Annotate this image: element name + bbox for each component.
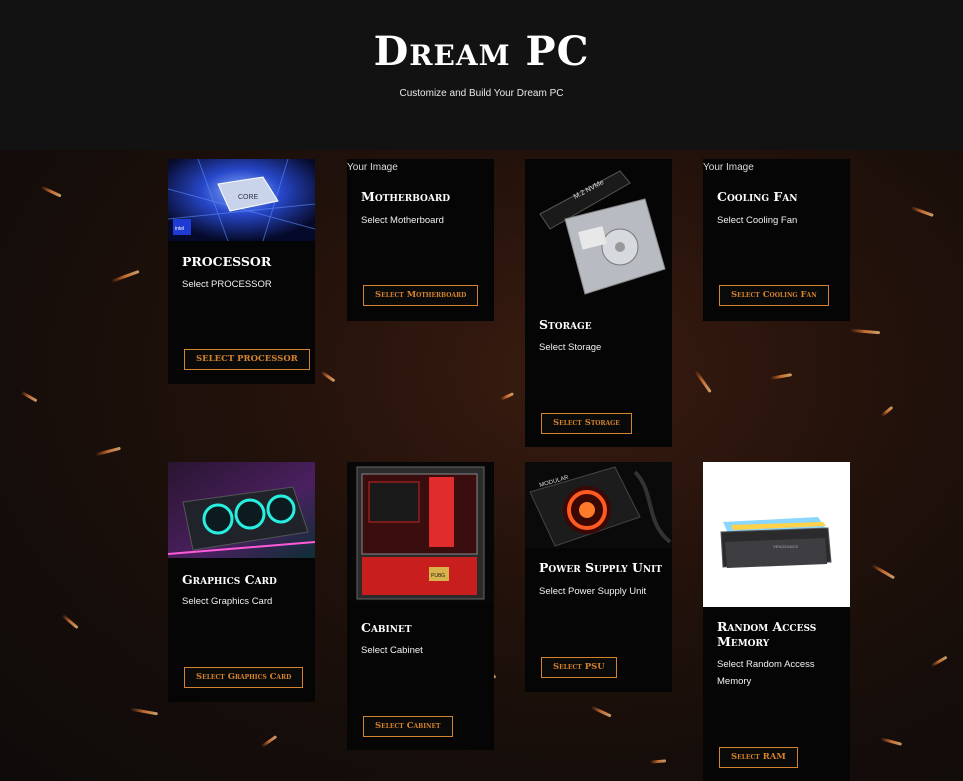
- card-description: Select Cooling Fan: [717, 215, 798, 226]
- card-title: Cooling Fan: [717, 189, 798, 204]
- card-processor: CORE intel PROCESSOR Select PROCESSOR SE…: [168, 159, 315, 384]
- select-motherboard-button[interactable]: Select Motherboard: [363, 285, 479, 306]
- pc-cabinet-image: PUBG: [347, 462, 494, 602]
- card-title: Random Access Memory: [717, 619, 817, 649]
- card-description: Select Random Access Memory: [717, 659, 815, 687]
- card-graphics-card: Graphics Card Select Graphics Card Selec…: [168, 462, 315, 702]
- card-motherboard: Your Image Motherboard Select Motherboar…: [347, 159, 494, 321]
- card-description: Select Graphics Card: [182, 596, 273, 607]
- card-title: Motherboard: [361, 189, 451, 204]
- card-cabinet: PUBG Cabinet Select Cabinet Select Cabin…: [347, 462, 494, 750]
- image-alt-text: Your Image: [703, 162, 754, 173]
- page-title: Dream PC: [373, 28, 590, 75]
- card-description: Select Power Supply Unit: [539, 586, 647, 597]
- card-title: Storage: [539, 317, 592, 332]
- svg-text:intel: intel: [175, 226, 184, 232]
- select-processor-button[interactable]: SELECT PROCESSOR: [184, 349, 310, 370]
- storage-drives-image: M.2 NVMe: [525, 159, 672, 309]
- select-graphics-card-button[interactable]: Select Graphics Card: [184, 667, 304, 688]
- psu-image: MODULAR: [525, 462, 672, 548]
- select-cooling-fan-button[interactable]: Select Cooling Fan: [719, 285, 829, 306]
- card-description: Select Cabinet: [361, 645, 423, 656]
- card-random-access-memory: VENGEANCE Random Access Memory Select Ra…: [703, 462, 850, 781]
- select-storage-button[interactable]: Select Storage: [541, 413, 632, 434]
- cpu-chip-image: CORE intel: [168, 159, 315, 241]
- svg-text:VENGEANCE: VENGEANCE: [773, 544, 798, 549]
- select-psu-button[interactable]: Select PSU: [541, 657, 617, 678]
- ram-sticks-image: VENGEANCE: [703, 462, 850, 607]
- card-storage: M.2 NVMe Storage Select Storage Select S…: [525, 159, 672, 447]
- card-title: Graphics Card: [182, 572, 277, 587]
- select-cabinet-button[interactable]: Select Cabinet: [363, 716, 453, 737]
- card-cooling-fan: Your Image Cooling Fan Select Cooling Fa…: [703, 159, 850, 321]
- card-power-supply-unit: MODULAR Power Supply Unit Select Power S…: [525, 462, 672, 692]
- page-subtitle: Customize and Build Your Dream PC: [399, 88, 564, 99]
- site-header: Dream PC Customize and Build Your Dream …: [0, 0, 963, 150]
- graphics-card-image: [168, 462, 315, 558]
- card-description: Select PROCESSOR: [182, 279, 272, 290]
- card-title: Cabinet: [361, 620, 412, 635]
- card-title: Power Supply Unit: [539, 560, 663, 575]
- card-description: Select Storage: [539, 342, 602, 353]
- svg-text:PUBG: PUBG: [431, 573, 445, 579]
- image-alt-text: Your Image: [347, 162, 398, 173]
- svg-text:CORE: CORE: [238, 194, 259, 201]
- card-description: Select Motherboard: [361, 215, 444, 226]
- card-title: PROCESSOR: [182, 254, 272, 269]
- select-ram-button[interactable]: Select RAM: [719, 747, 798, 768]
